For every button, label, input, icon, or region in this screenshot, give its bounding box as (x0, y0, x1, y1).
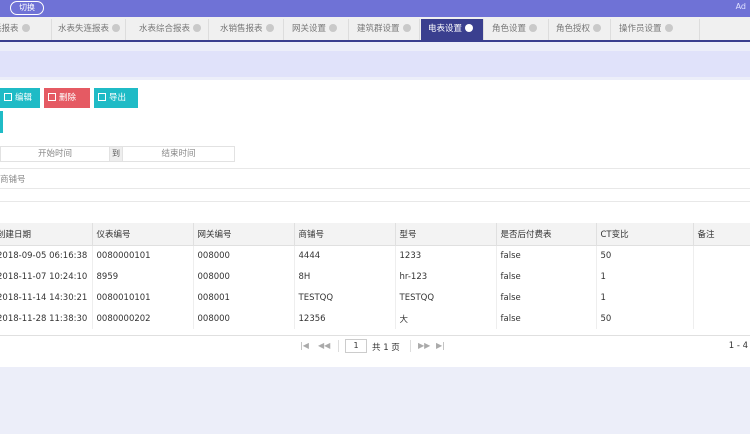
tab-consumption-report[interactable]: 耗报表 (0, 19, 52, 40)
user-name[interactable]: Ad (736, 2, 746, 11)
tab-water-sales-report[interactable]: 水销售报表 (215, 19, 284, 40)
table-row[interactable]: 2018-11-14 14:30:21 0080010101 008001 TE… (0, 287, 750, 308)
cell-model: 大 (395, 308, 497, 329)
close-icon[interactable] (329, 24, 338, 32)
edit-button[interactable]: 编辑 (0, 88, 40, 108)
cell-postpaid: false (496, 266, 597, 287)
page-total: 共 1 页 (372, 343, 400, 353)
table-header-row: 创建日期 仪表编号 网关编号 商铺号 型号 是否后付费表 CT变比 备注 (0, 223, 750, 246)
start-date-input[interactable]: 开始时间 (0, 146, 110, 162)
cell-created-date: 2018-09-05 06:16:38 (0, 245, 93, 266)
close-icon[interactable] (112, 24, 121, 32)
close-icon[interactable] (664, 24, 673, 32)
table-row[interactable]: 2018-11-07 10:24:10 8959 008000 8H hr-12… (0, 266, 750, 287)
tab-meter-offline-report[interactable]: 水表失连报表 (52, 19, 126, 40)
close-icon[interactable] (529, 24, 538, 32)
data-grid: 创建日期 仪表编号 网关编号 商铺号 型号 是否后付费表 CT变比 备注 201… (0, 223, 750, 329)
prev-page-icon[interactable]: ◀◀ (318, 341, 330, 350)
pager-separator (410, 340, 411, 352)
cell-remarks (693, 245, 750, 266)
end-date-input[interactable]: 结束时间 (122, 146, 235, 162)
divider (0, 201, 750, 202)
column-header-created-date[interactable]: 创建日期 (0, 223, 93, 246)
tab-meter-summary-report[interactable]: 水表综合报表 (134, 19, 209, 40)
tab-meter-settings[interactable]: 电表设置 (421, 19, 484, 40)
cell-model: hr-123 (395, 266, 497, 287)
cell-ct-ratio: 50 (596, 245, 694, 266)
table-row[interactable]: 2018-09-05 06:16:38 0080000101 008000 44… (0, 245, 750, 266)
cell-ct-ratio: 1 (596, 266, 694, 287)
date-range-separator: 到 (110, 146, 122, 162)
cell-postpaid: false (496, 308, 597, 329)
export-icon (98, 93, 106, 101)
cell-meter-number: 0080010101 (92, 287, 194, 308)
cell-model: TESTQQ (395, 287, 497, 308)
cell-gateway-number: 008000 (193, 308, 295, 329)
cell-postpaid: false (496, 245, 597, 266)
cell-ct-ratio: 50 (596, 308, 694, 329)
close-icon[interactable] (265, 24, 274, 32)
tab-role-permissions[interactable]: 角色授权 (551, 19, 611, 40)
cell-remarks (693, 287, 750, 308)
column-header-shop-number[interactable]: 商铺号 (294, 223, 396, 246)
search-button[interactable] (0, 111, 3, 133)
cell-shop-number: TESTQQ (294, 287, 396, 308)
cell-meter-number: 0080000202 (92, 308, 194, 329)
pagination-bar: |◀ ◀◀ 1 共 1 页 ▶▶ ▶| 1 - 4 (0, 335, 750, 357)
switch-button[interactable]: 切换 (10, 1, 44, 15)
close-icon[interactable] (465, 24, 474, 32)
column-header-meter-number[interactable]: 仪表编号 (92, 223, 194, 246)
column-header-gateway-number[interactable]: 网关编号 (193, 223, 295, 246)
close-icon[interactable] (402, 24, 411, 32)
divider (0, 168, 750, 169)
cell-gateway-number: 008001 (193, 287, 295, 308)
cell-ct-ratio: 1 (596, 287, 694, 308)
pager-separator (338, 340, 339, 352)
column-header-remarks[interactable]: 备注 (693, 223, 750, 246)
table-row[interactable]: 2018-11-28 11:38:30 0080000202 008000 12… (0, 308, 750, 329)
record-range: 1 - 4 (728, 341, 748, 351)
cell-meter-number: 0080000101 (92, 245, 194, 266)
cell-meter-number: 8959 (92, 266, 194, 287)
cell-shop-number: 12356 (294, 308, 396, 329)
shop-number-input[interactable]: 商铺号 (0, 173, 26, 185)
next-page-icon[interactable]: ▶▶ (418, 341, 430, 350)
tab-gateway-settings[interactable]: 网关设置 (287, 19, 349, 40)
cell-postpaid: false (496, 287, 597, 308)
cell-remarks (693, 308, 750, 329)
cell-created-date: 2018-11-07 10:24:10 (0, 266, 93, 287)
edit-icon (4, 93, 12, 101)
tab-operator-settings[interactable]: 操作员设置 (613, 19, 700, 40)
cell-shop-number: 4444 (294, 245, 396, 266)
cell-gateway-number: 008000 (193, 245, 295, 266)
top-bar: 切换 Ad (0, 0, 750, 17)
header-band (0, 51, 750, 77)
first-page-icon[interactable]: |◀ (300, 341, 309, 350)
content-panel: 编辑 删除 导出 开始时间 到 结束时间 商铺号 创建日期 仪表编号 网关编号 … (0, 80, 750, 367)
delete-button[interactable]: 删除 (44, 88, 90, 108)
tab-role-settings[interactable]: 角色设置 (487, 19, 549, 40)
divider (0, 188, 750, 189)
cell-shop-number: 8H (294, 266, 396, 287)
cell-model: 1233 (395, 245, 497, 266)
column-header-ct-ratio[interactable]: CT变比 (596, 223, 694, 246)
tab-bar: 耗报表 水表失连报表 水表综合报表 水销售报表 网关设置 建筑群设置 电表设置 … (0, 17, 750, 42)
close-icon[interactable] (21, 24, 30, 32)
close-icon[interactable] (193, 24, 202, 32)
cell-remarks (693, 266, 750, 287)
last-page-icon[interactable]: ▶| (436, 341, 445, 350)
close-icon[interactable] (593, 24, 602, 32)
cell-created-date: 2018-11-28 11:38:30 (0, 308, 93, 329)
cell-created-date: 2018-11-14 14:30:21 (0, 287, 93, 308)
column-header-postpaid[interactable]: 是否后付费表 (496, 223, 597, 246)
cell-gateway-number: 008000 (193, 266, 295, 287)
delete-icon (48, 93, 56, 101)
export-button[interactable]: 导出 (94, 88, 138, 108)
page-number-input[interactable]: 1 (345, 339, 367, 353)
tab-building-settings[interactable]: 建筑群设置 (352, 19, 420, 40)
column-header-model[interactable]: 型号 (395, 223, 497, 246)
